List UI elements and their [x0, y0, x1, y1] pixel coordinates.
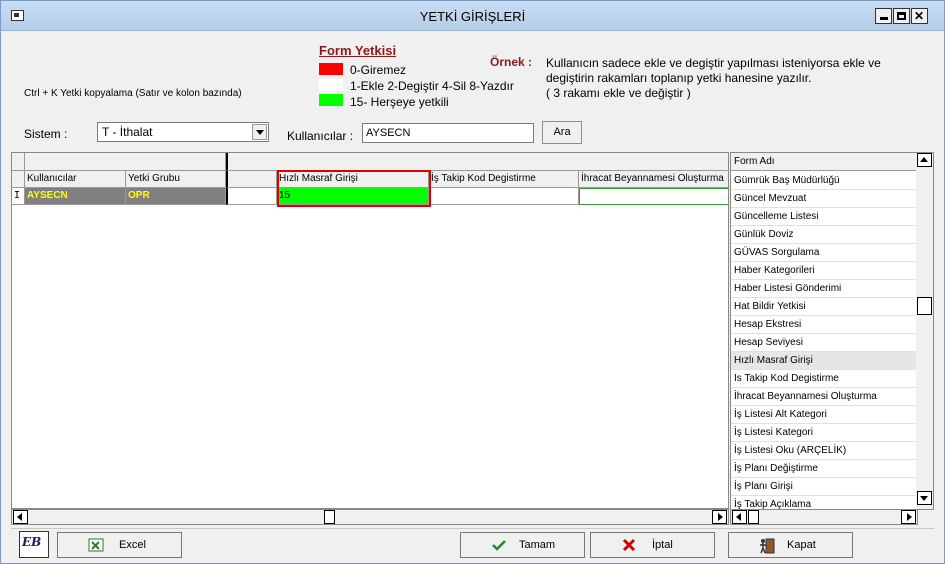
list-item-selected[interactable]: Hızlı Masraf Girişi: [731, 352, 917, 370]
kullanicilar-label: Kullanıcılar :: [287, 129, 354, 143]
list-item[interactable]: İş Listesi Alt Kategori: [731, 406, 917, 424]
check-icon: [491, 538, 507, 552]
list-item[interactable]: Günlük Doviz: [731, 226, 917, 244]
cell-is-takip[interactable]: [429, 188, 579, 205]
kapat-button[interactable]: Kapat: [728, 532, 853, 558]
title-bar: YETKİ GİRİŞLERİ ✕: [1, 1, 944, 31]
exit-door-icon: [759, 538, 775, 554]
scroll-right-icon[interactable]: [712, 510, 727, 524]
list-item[interactable]: Is Takip Kod Degistirme: [731, 370, 917, 388]
sistem-label: Sistem :: [24, 127, 68, 141]
form-list-vertical-scrollbar[interactable]: [916, 153, 933, 509]
ornek-label: Örnek :: [490, 55, 533, 69]
list-item[interactable]: Hesap Ekstresi: [731, 316, 917, 334]
maximize-button[interactable]: [893, 8, 910, 24]
scroll-thumb[interactable]: [917, 297, 932, 315]
cell-user[interactable]: AYSECN: [25, 188, 126, 205]
list-item[interactable]: İş Planı Girişi: [731, 478, 917, 496]
ornek-line: degiştirin rakamları toplanıp yetki hane…: [546, 71, 812, 85]
form-yetkisi-title: Form Yetkisi: [319, 43, 397, 58]
chevron-down-icon[interactable]: [252, 124, 267, 140]
scroll-up-icon[interactable]: [917, 153, 932, 167]
list-item[interactable]: Güncelleme Listesi: [731, 208, 917, 226]
grid-horizontal-scrollbar[interactable]: [11, 509, 729, 525]
column-header-yetki-grubu[interactable]: Yetki Grubu: [126, 171, 226, 188]
excel-icon: [88, 538, 104, 552]
form-list-horizontal-scrollbar[interactable]: [730, 509, 918, 525]
scroll-thumb[interactable]: [324, 510, 335, 524]
legend-hersey: 15- Herşeye yetkili: [350, 95, 449, 109]
list-item[interactable]: Hesap Seviyesi: [731, 334, 917, 352]
ornek-text: Kullanıcın sadece ekle ve degiştir yapıl…: [546, 56, 881, 101]
scroll-down-icon[interactable]: [917, 491, 932, 505]
scroll-left-icon[interactable]: [732, 510, 747, 524]
form-list: Form Adı Gümrük Baş Müdürlüğü Güncel Mev…: [730, 152, 934, 510]
window-title: YETKİ GİRİŞLERİ: [419, 9, 526, 24]
cell-group[interactable]: OPR: [126, 188, 226, 205]
list-item[interactable]: Güncel Mevzuat: [731, 190, 917, 208]
list-item[interactable]: Haber Listesi Gönderimi: [731, 280, 917, 298]
column-header-is-takip[interactable]: İş Takip Kod Degistirme: [429, 171, 579, 188]
legend-swatch-hersey: [319, 94, 343, 106]
ara-button[interactable]: Ara: [542, 121, 582, 144]
legend-swatch-ekle: [319, 79, 343, 91]
list-item[interactable]: İş Listesi Kategori: [731, 424, 917, 442]
copy-hint: Ctrl + K Yetki kopyalama (Satır ve kolon…: [24, 88, 242, 99]
column-header-ihracat[interactable]: İhracat Beyannamesi Oluşturma: [579, 171, 728, 188]
list-item[interactable]: GÜVAS Sorgulama: [731, 244, 917, 262]
row-indicator: I: [12, 188, 25, 205]
column-header-kullanicilar[interactable]: Kullanıcılar: [25, 171, 126, 188]
scroll-right-icon[interactable]: [901, 510, 916, 524]
list-item[interactable]: Hat Bildir Yetkisi: [731, 298, 917, 316]
list-item[interactable]: İhracat Beyannamesi Oluşturma: [731, 388, 917, 406]
sistem-select[interactable]: T - İthalat: [97, 122, 269, 142]
form-list-header[interactable]: Form Adı: [731, 153, 917, 171]
tamam-button[interactable]: Tamam: [460, 532, 585, 558]
list-item[interactable]: İş Listesi Oku (ARÇELİK): [731, 442, 917, 460]
scroll-left-icon[interactable]: [13, 510, 28, 524]
active-column-highlight: [277, 170, 431, 207]
list-item[interactable]: Gümrük Baş Müdürlüğü: [731, 172, 917, 190]
legend-ekle: 1-Ekle 2-Degiştir 4-Sil 8-Yazdır: [350, 79, 514, 93]
sistem-value: T - İthalat: [102, 125, 153, 139]
iptal-button[interactable]: İptal: [590, 532, 715, 558]
cancel-icon: [621, 538, 637, 552]
excel-button[interactable]: Excel: [57, 532, 182, 558]
eb-logo: EB: [19, 531, 49, 558]
kullanicilar-input[interactable]: AYSECN: [362, 123, 534, 143]
permission-grid: Kullanıcılar Yetki Grubu Hızlı Masraf Gi…: [11, 152, 729, 509]
ornek-line: ( 3 rakamı ekle ve değiştir ): [546, 86, 691, 100]
list-item[interactable]: İş Planı Değiştirme: [731, 460, 917, 478]
list-item[interactable]: Haber Kategorileri: [731, 262, 917, 280]
close-button[interactable]: ✕: [911, 8, 928, 24]
ornek-line: Kullanıcın sadece ekle ve degiştir yapıl…: [546, 56, 881, 70]
legend-giremez: 0-Giremez: [350, 63, 407, 77]
minimize-button[interactable]: [875, 8, 892, 24]
legend-swatch-giremez: [319, 63, 343, 75]
list-item[interactable]: İş Takip Açıklama: [731, 496, 917, 509]
cell-ihracat[interactable]: [579, 188, 728, 205]
scroll-thumb[interactable]: [748, 510, 759, 524]
window: YETKİ GİRİŞLERİ ✕ Ctrl + K Yetki kopyala…: [0, 0, 945, 564]
